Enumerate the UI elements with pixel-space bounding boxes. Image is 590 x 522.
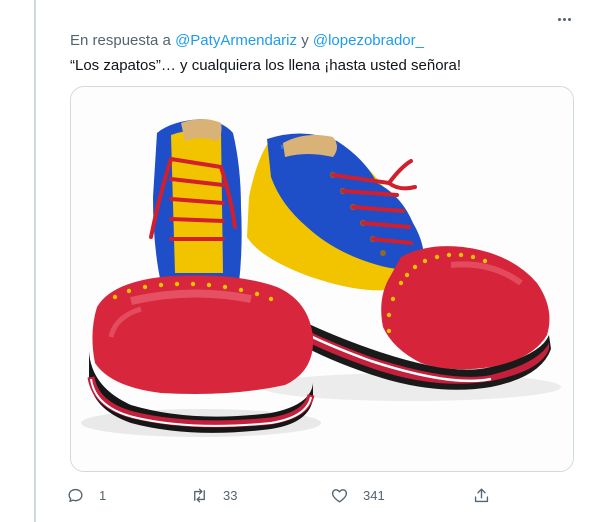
clown-shoes-image [71,87,573,471]
tweet-media[interactable] [70,86,574,472]
retweet-count: 33 [223,487,238,503]
reply-count: 1 [99,487,107,503]
tweet-actions: 1 33 341 [66,482,506,508]
thread-line [34,0,36,522]
like-count: 341 [363,487,385,503]
reply-prefix: En respuesta a [70,32,171,49]
heart-icon [331,488,348,503]
tweet-text: “Los zapatos”… y cualquiera los llena ¡h… [70,57,462,74]
reply-connector: y [301,32,309,49]
more-options-button[interactable] [552,10,576,28]
more-dot [567,17,571,21]
retweet-icon [194,487,205,503]
retweet-button[interactable]: 33 [190,482,237,508]
mention-link-1[interactable]: @PatyArmendariz [175,32,297,49]
more-dot [562,17,566,21]
reply-button[interactable]: 1 [66,482,106,508]
more-horizontal-icon [557,17,561,21]
reply-context: En respuesta a @PatyArmendariz y @lopezo… [70,32,424,49]
share-button[interactable] [472,482,491,508]
reply-bubble-icon [68,488,83,502]
mention-link-2[interactable]: @lopezobrador_ [313,32,424,49]
share-icon [474,487,489,502]
like-button[interactable]: 341 [330,482,385,508]
